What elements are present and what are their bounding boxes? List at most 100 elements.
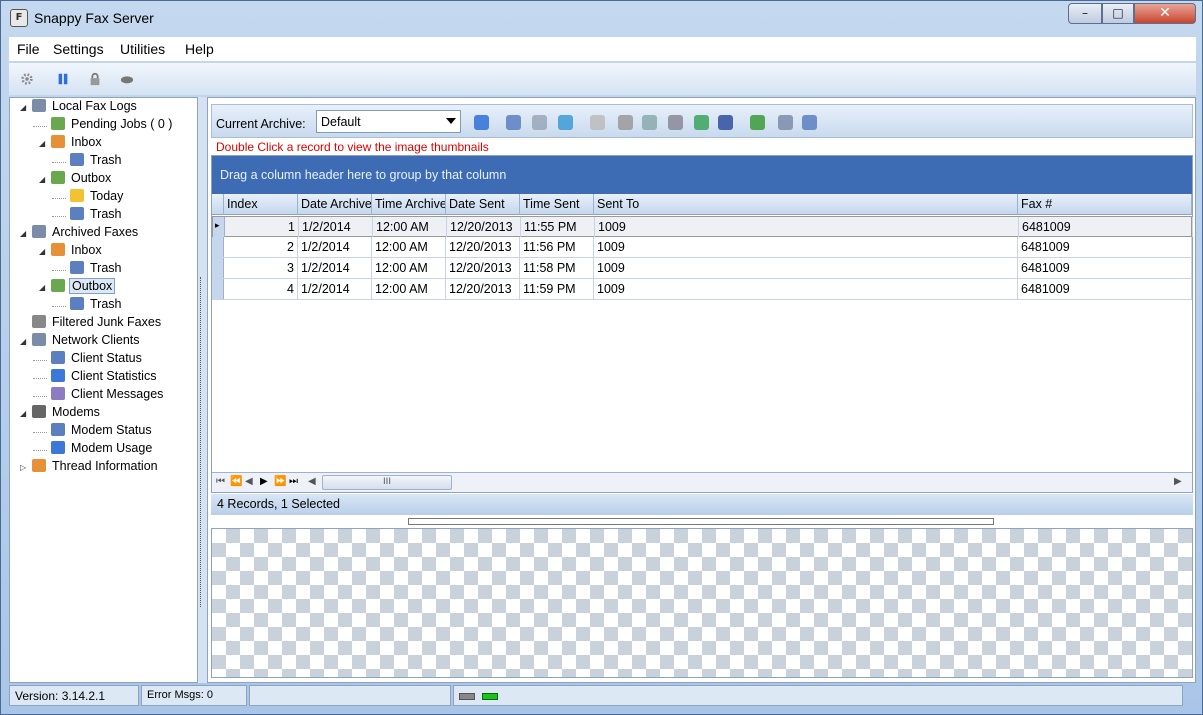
table-row[interactable]: 3 1/2/2014 12:00 AM 12/20/2013 11:58 PM 1009 6… xyxy=(212,258,1192,279)
row-selector[interactable] xyxy=(212,279,224,299)
tree-item-filtered-junk-faxes[interactable]: Filtered Junk Faxes xyxy=(32,315,163,333)
tree-connector xyxy=(52,198,66,199)
image-icon[interactable] xyxy=(532,115,547,130)
export-icon[interactable] xyxy=(750,115,765,130)
delete-icon[interactable] xyxy=(618,115,633,130)
tree-item-today[interactable]: Today xyxy=(70,189,125,207)
tree-expander[interactable]: ◢ xyxy=(39,175,45,184)
tree-item-modems[interactable]: Modems xyxy=(32,405,102,423)
table-cell: 6481009 xyxy=(1018,279,1192,299)
tree-item-outbox[interactable]: Outbox xyxy=(51,278,116,297)
tree-item-inbox[interactable]: Inbox xyxy=(51,135,104,153)
splitter-grip[interactable] xyxy=(200,277,203,607)
scroll-right-icon[interactable]: ▶ xyxy=(1174,476,1182,487)
close-button[interactable]: ✕ xyxy=(1134,3,1196,24)
row-selector[interactable] xyxy=(212,237,224,257)
recycle-icon[interactable] xyxy=(506,115,521,130)
column-header-fax[interactable]: Fax # xyxy=(1018,194,1192,215)
user-icon[interactable] xyxy=(474,115,489,130)
share-icon[interactable] xyxy=(558,115,573,130)
tree-expander[interactable]: ◢ xyxy=(39,139,45,148)
tree-item-modem-usage[interactable]: Modem Usage xyxy=(51,441,154,459)
menu-file[interactable]: File xyxy=(17,41,40,57)
prev-record-icon[interactable]: ◀ xyxy=(245,476,253,487)
lock-icon[interactable] xyxy=(87,72,103,86)
fax-icon: F xyxy=(10,9,28,27)
tree-item-client-status[interactable]: Client Status xyxy=(51,351,144,369)
tree-item-inbox[interactable]: Inbox xyxy=(51,243,104,261)
minimize-button[interactable]: – xyxy=(1068,3,1102,24)
tree-expander[interactable]: ◢ xyxy=(39,247,45,256)
statistics-icon xyxy=(51,369,65,382)
tree-item-pending-jobs-0[interactable]: Pending Jobs ( 0 ) xyxy=(51,117,174,135)
document-clock-icon xyxy=(51,117,65,130)
prev-page-icon[interactable]: ⏪ xyxy=(230,476,242,487)
menu-settings[interactable]: Settings xyxy=(53,41,104,57)
menu-help[interactable]: Help xyxy=(185,41,214,57)
status-icon xyxy=(51,423,65,436)
table-cell: 1/2/2014 xyxy=(298,258,372,278)
tree-item-trash[interactable]: Trash xyxy=(70,297,124,315)
gear-icon[interactable] xyxy=(19,72,35,86)
last-record-icon[interactable]: ⏭ xyxy=(289,476,298,487)
table-cell: 12:00 AM xyxy=(372,258,446,278)
pane-splitter[interactable] xyxy=(198,97,207,683)
table-row[interactable]: 4 1/2/2014 12:00 AM 12/20/2013 11:59 PM 1009 6… xyxy=(212,279,1192,300)
table-cell: 1 xyxy=(225,217,299,237)
menu-utilities[interactable]: Utilities xyxy=(120,41,165,57)
tree-item-archived-faxes[interactable]: Archived Faxes xyxy=(32,225,140,243)
tree-expander[interactable]: ◢ xyxy=(39,283,45,292)
tree-item-label: Client Statistics xyxy=(71,369,157,383)
column-header-time-sent[interactable]: Time Sent xyxy=(520,194,594,215)
tree-expander[interactable]: ◢ xyxy=(20,409,26,418)
current-archive-label: Current Archive: xyxy=(216,117,306,131)
tree-item-trash[interactable]: Trash xyxy=(70,207,124,225)
table-row[interactable]: 2 1/2/2014 12:00 AM 12/20/2013 11:56 PM 1009 6… xyxy=(212,237,1192,258)
next-record-icon[interactable]: ▶ xyxy=(260,476,268,487)
column-header-sent-to[interactable]: Sent To xyxy=(594,194,1018,215)
tree-expander[interactable]: ◢ xyxy=(20,103,26,112)
archive-select[interactable]: Default xyxy=(316,110,461,133)
tree-item-outbox[interactable]: Outbox xyxy=(51,171,113,189)
tree-item-label: Outbox xyxy=(71,171,112,185)
approve-icon[interactable] xyxy=(694,115,709,130)
tree-item-modem-status[interactable]: Modem Status xyxy=(51,423,154,441)
tree-expander[interactable]: ◢ xyxy=(20,229,26,238)
column-header-date-sent[interactable]: Date Sent xyxy=(446,194,520,215)
copy-icon[interactable] xyxy=(642,115,657,130)
column-header-time-archived[interactable]: Time Archived xyxy=(372,194,446,215)
next-page-icon[interactable]: ⏩ xyxy=(274,476,286,487)
save-icon[interactable] xyxy=(718,115,733,130)
tree-item-trash[interactable]: Trash xyxy=(70,153,124,171)
tree-item-client-statistics[interactable]: Client Statistics xyxy=(51,369,158,387)
pause-icon[interactable] xyxy=(55,72,71,86)
tree-item-client-messages[interactable]: Client Messages xyxy=(51,387,165,405)
new-document-icon[interactable] xyxy=(590,115,605,130)
row-selector[interactable] xyxy=(212,258,224,278)
maximize-button[interactable]: □ xyxy=(1102,3,1134,24)
group-by-area[interactable]: Drag a column header here to group by th… xyxy=(212,156,1192,194)
row-selector[interactable]: ▸ xyxy=(213,217,225,237)
title-bar[interactable]: F Snappy Fax Server – □ ✕ xyxy=(1,1,1202,35)
list-icon[interactable] xyxy=(802,115,817,130)
tree-expander[interactable]: ◢ xyxy=(20,337,26,346)
modem-icon[interactable] xyxy=(119,72,135,86)
horizontal-scrollbar-thumb[interactable]: III xyxy=(322,475,452,490)
thumbnail-preview xyxy=(211,528,1193,678)
inbox-icon xyxy=(51,243,65,256)
preview-splitter[interactable] xyxy=(408,518,994,525)
first-record-icon[interactable]: ⏮ xyxy=(216,476,225,487)
print-icon[interactable] xyxy=(668,115,683,130)
tree-item-local-fax-logs[interactable]: Local Fax Logs xyxy=(32,99,139,117)
tree-item-trash[interactable]: Trash xyxy=(70,261,124,279)
tree-expander[interactable]: ▷ xyxy=(20,463,26,472)
tree-item-network-clients[interactable]: Network Clients xyxy=(32,333,142,351)
table-row[interactable]: ▸ 1 1/2/2014 12:00 AM 12/20/2013 11:55 PM 1009… xyxy=(212,216,1193,237)
tree-item-thread-information[interactable]: Thread Information xyxy=(32,459,160,477)
column-header-date-archived[interactable]: Date Archived xyxy=(298,194,372,215)
scroll-left-icon[interactable]: ◀ xyxy=(308,476,316,487)
tree-item-label: Modem Status xyxy=(71,423,152,437)
column-header-index[interactable]: Index xyxy=(224,194,298,215)
properties-icon[interactable] xyxy=(778,115,793,130)
table-cell: 6481009 xyxy=(1018,258,1192,278)
